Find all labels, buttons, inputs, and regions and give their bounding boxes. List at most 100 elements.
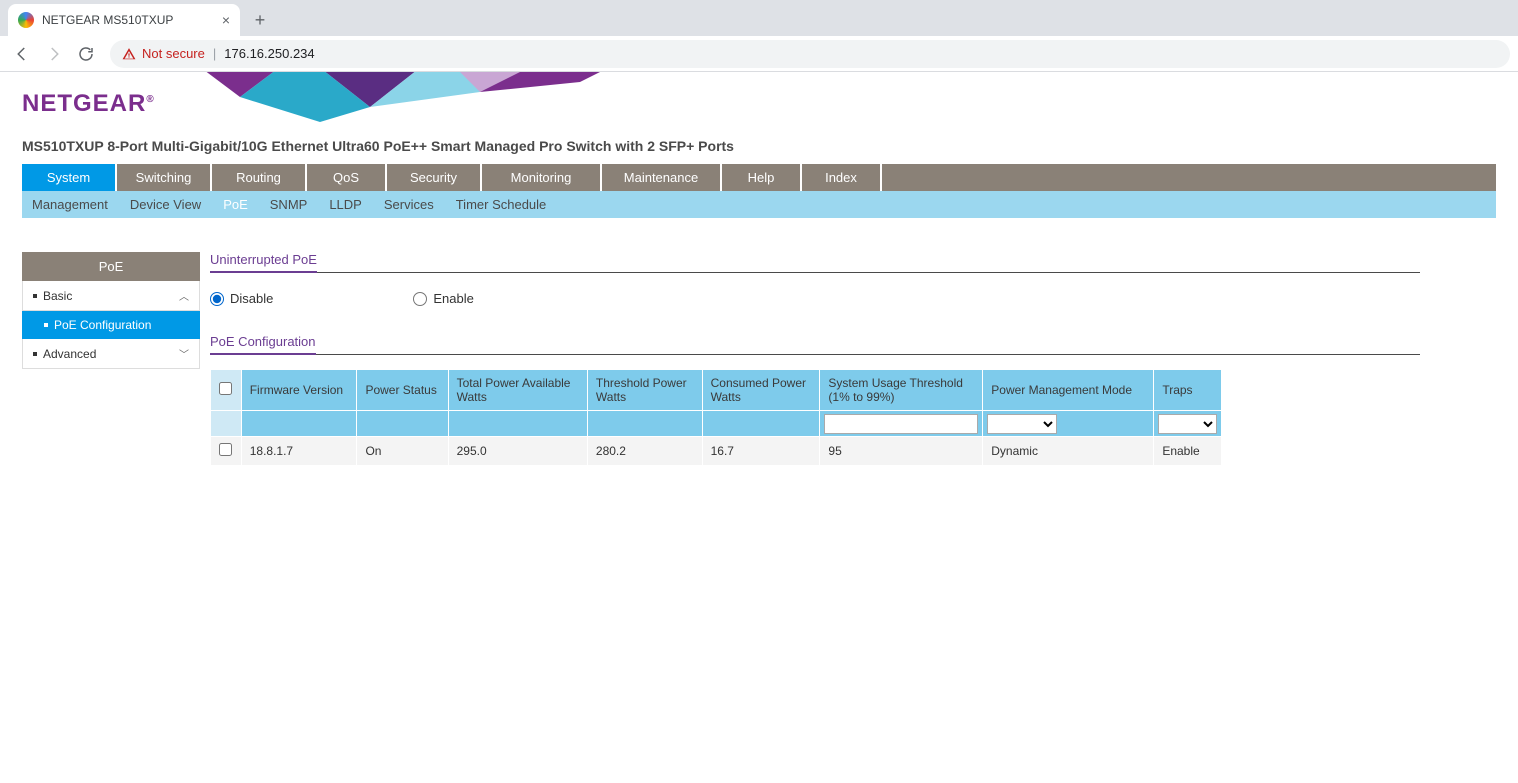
input-row-firmware — [241, 411, 357, 437]
nav-qos[interactable]: QoS — [307, 164, 387, 191]
sidebar-poe-config-label: PoE Configuration — [54, 318, 151, 332]
cell-total-power: 295.0 — [448, 437, 587, 466]
traps-select[interactable] — [1158, 414, 1217, 434]
nav-routing[interactable]: Routing — [212, 164, 307, 191]
select-all-checkbox[interactable] — [219, 382, 232, 395]
input-row-usage-threshold — [820, 411, 983, 437]
chevron-down-icon: ﹀ — [179, 346, 189, 361]
subnav-timer-schedule[interactable]: Timer Schedule — [456, 197, 547, 212]
nav-index[interactable]: Index — [802, 164, 882, 191]
banner-decor-icon — [180, 72, 640, 132]
sidebar-basic-label: Basic — [43, 289, 72, 303]
row-checkbox[interactable] — [219, 443, 232, 456]
cell-firmware: 18.8.1.7 — [241, 437, 357, 466]
sidebar: PoE Basic ︿ PoE Configuration Advanced ﹀ — [22, 252, 200, 369]
input-row-consumed-power — [702, 411, 820, 437]
forward-button[interactable] — [40, 40, 68, 68]
input-row-total-power — [448, 411, 587, 437]
subnav-snmp[interactable]: SNMP — [270, 197, 308, 212]
favicon-icon — [18, 12, 34, 28]
radio-disable-label: Disable — [230, 291, 273, 306]
close-icon[interactable]: × — [222, 12, 230, 28]
sidebar-header: PoE — [22, 252, 200, 281]
cell-power-status: On — [357, 437, 448, 466]
nav-switching[interactable]: Switching — [117, 164, 212, 191]
input-row-blankcell — [211, 411, 242, 437]
tab-title: NETGEAR MS510TXUP — [42, 13, 173, 27]
new-tab-button[interactable]: + — [246, 6, 274, 34]
subnav-lldp[interactable]: LLDP — [329, 197, 362, 212]
sidebar-item-poe-configuration[interactable]: PoE Configuration — [22, 311, 200, 339]
cell-usage-threshold: 95 — [820, 437, 983, 466]
reload-icon — [77, 45, 95, 63]
input-row-power-status — [357, 411, 448, 437]
bullet-icon — [33, 294, 37, 298]
warning-icon — [122, 47, 136, 61]
header-checkbox-cell — [211, 370, 242, 411]
address-bar[interactable]: Not secure | 176.16.250.234 — [110, 40, 1510, 68]
radio-enable[interactable]: Enable — [413, 291, 473, 306]
panel-title-uninterrupted-poe: Uninterrupted PoE — [210, 252, 317, 273]
browser-tab-strip: NETGEAR MS510TXUP × + — [0, 0, 1518, 36]
not-secure-indicator[interactable]: Not secure — [122, 46, 205, 61]
nav-monitoring[interactable]: Monitoring — [482, 164, 602, 191]
arrow-right-icon — [45, 45, 63, 63]
poe-config-table: Firmware Version Power Status Total Powe… — [210, 369, 1222, 466]
nav-maintenance[interactable]: Maintenance — [602, 164, 722, 191]
header-total-power: Total Power Available Watts — [448, 370, 587, 411]
subnav-device-view[interactable]: Device View — [130, 197, 201, 212]
product-description: MS510TXUP 8-Port Multi-Gigabit/10G Ether… — [0, 132, 1518, 164]
cell-consumed-power: 16.7 — [702, 437, 820, 466]
table-row: 18.8.1.7 On 295.0 280.2 16.7 95 Dynamic … — [211, 437, 1222, 466]
reload-button[interactable] — [72, 40, 100, 68]
sidebar-item-basic[interactable]: Basic ︿ — [22, 281, 200, 311]
subnav-poe[interactable]: PoE — [223, 197, 248, 212]
header-traps: Traps — [1154, 370, 1222, 411]
not-secure-label: Not secure — [142, 46, 205, 61]
panel-title-poe-configuration: PoE Configuration — [210, 334, 316, 355]
header-usage-threshold: System Usage Threshold (1% to 99%) — [820, 370, 983, 411]
browser-tab[interactable]: NETGEAR MS510TXUP × — [8, 4, 240, 36]
input-row-pmm — [983, 411, 1154, 437]
sub-nav: Management Device View PoE SNMP LLDP Ser… — [22, 191, 1496, 218]
page-banner: NETGEAR® — [0, 72, 1518, 132]
input-row-threshold-power — [587, 411, 702, 437]
browser-toolbar: Not secure | 176.16.250.234 — [0, 36, 1518, 72]
input-row-traps — [1154, 411, 1222, 437]
url-text: 176.16.250.234 — [224, 46, 314, 61]
back-button[interactable] — [8, 40, 36, 68]
radio-disable-input[interactable] — [210, 292, 224, 306]
cell-threshold-power: 280.2 — [587, 437, 702, 466]
cell-pmm: Dynamic — [983, 437, 1154, 466]
sidebar-item-advanced[interactable]: Advanced ﹀ — [22, 339, 200, 369]
header-firmware: Firmware Version — [241, 370, 357, 411]
nav-filler — [882, 164, 1496, 191]
netgear-logo: NETGEAR® — [22, 90, 155, 118]
radio-disable[interactable]: Disable — [210, 291, 273, 306]
bullet-icon — [44, 323, 48, 327]
header-consumed-power: Consumed Power Watts — [702, 370, 820, 411]
usage-threshold-input[interactable] — [824, 414, 978, 434]
address-divider: | — [213, 46, 216, 61]
subnav-management[interactable]: Management — [32, 197, 108, 212]
nav-help[interactable]: Help — [722, 164, 802, 191]
radio-enable-label: Enable — [433, 291, 473, 306]
radio-enable-input[interactable] — [413, 292, 427, 306]
header-pmm: Power Management Mode — [983, 370, 1154, 411]
main-nav: System Switching Routing QoS Security Mo… — [22, 164, 1496, 191]
header-power-status: Power Status — [357, 370, 448, 411]
row-checkbox-cell — [211, 437, 242, 466]
nav-security[interactable]: Security — [387, 164, 482, 191]
cell-traps: Enable — [1154, 437, 1222, 466]
nav-system[interactable]: System — [22, 164, 117, 191]
table-input-row — [211, 411, 1222, 437]
header-threshold-power: Threshold Power Watts — [587, 370, 702, 411]
uninterrupted-poe-options: Disable Enable — [210, 287, 1430, 334]
chevron-up-icon: ︿ — [179, 288, 189, 303]
subnav-services[interactable]: Services — [384, 197, 434, 212]
main-content: Uninterrupted PoE Disable Enable PoE Con… — [210, 252, 1430, 466]
pmm-select[interactable] — [987, 414, 1057, 434]
bullet-icon — [33, 352, 37, 356]
arrow-left-icon — [13, 45, 31, 63]
sidebar-advanced-label: Advanced — [43, 347, 96, 361]
